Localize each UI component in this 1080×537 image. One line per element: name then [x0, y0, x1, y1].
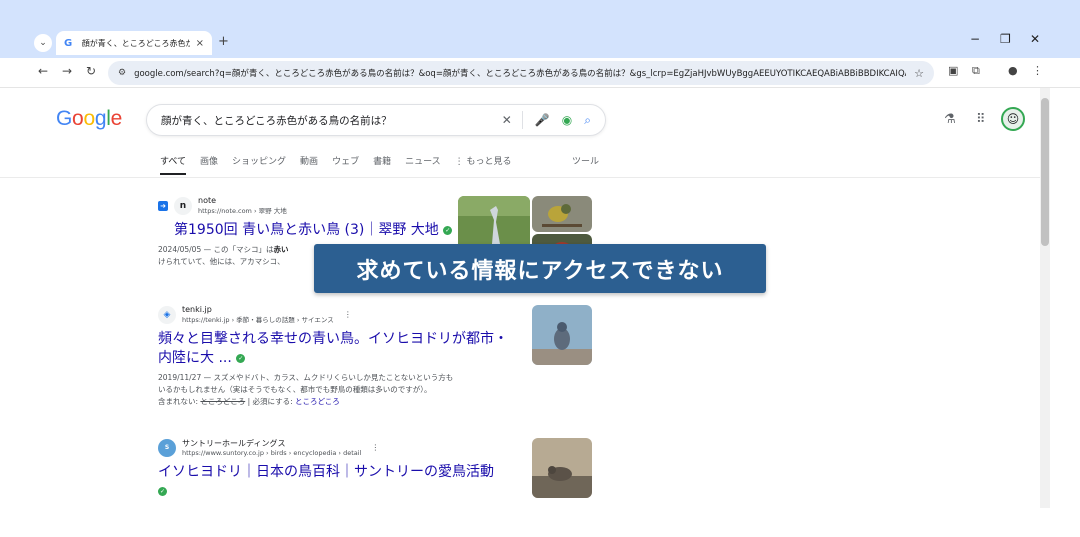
- profile-icon[interactable]: ●: [1008, 64, 1018, 77]
- result-title[interactable]: 第1950回 青い鳥と赤い鳥 (3)｜翠野 大地: [174, 222, 439, 238]
- note-favicon-icon: n: [174, 196, 192, 215]
- back-button[interactable]: ←: [38, 64, 48, 78]
- verified-check-icon: ✓: [236, 353, 246, 363]
- filter-images[interactable]: 画像: [200, 154, 218, 175]
- lens-icon[interactable]: ◉: [562, 113, 572, 127]
- restore-button[interactable]: ❐: [1000, 32, 1011, 46]
- verified-check-icon: ✓: [443, 225, 453, 235]
- address-bar[interactable]: ⚙ google.com/search?q=顔が青く、ところどころ赤色がある鳥の…: [108, 61, 934, 85]
- result-snippet: 2019/11/27 — スズメやドバト、カラス、ムクドリくらいしか見たことない…: [158, 372, 518, 408]
- result-title[interactable]: イソヒヨドリ｜日本の鳥百科｜サントリーの愛鳥活動: [158, 464, 494, 480]
- logo-letter: o: [72, 107, 84, 130]
- filter-more[interactable]: ⋮ もっと見る: [455, 154, 512, 175]
- tab-close-icon[interactable]: ×: [196, 38, 204, 49]
- search-input[interactable]: 顔が青く、ところどころ赤色がある鳥の名前は？: [161, 113, 490, 128]
- logo-letter: e: [110, 107, 123, 130]
- snippet-text: 2024/05/05 — この「マシコ」は: [158, 245, 274, 254]
- extensions-icon[interactable]: ⧉: [972, 64, 980, 78]
- scrollbar-thumb[interactable]: [1041, 98, 1049, 246]
- filters-divider: [0, 177, 1040, 178]
- must-include-link[interactable]: ところどころ: [295, 397, 340, 406]
- search-result: ◈ tenki.jp https://tenki.jp › 季節・暮らしの話題 …: [158, 305, 518, 408]
- site-url: https://tenki.jp › 季節・暮らしの話題 › サイエンス: [182, 316, 334, 324]
- search-icon[interactable]: ⌕: [584, 113, 591, 128]
- reload-button[interactable]: ↻: [86, 64, 96, 78]
- search-box[interactable]: 顔が青く、ところどころ赤色がある鳥の名前は？ ✕ 🎤 ◉ ⌕: [146, 104, 606, 136]
- must-include-label: | 必須にする:: [245, 397, 295, 406]
- result-image-isohiyodori[interactable]: [532, 438, 592, 498]
- result-title-link[interactable]: イソヒヨドリ｜日本の鳥百科｜サントリーの愛鳥活動 ✓: [158, 463, 518, 501]
- google-logo[interactable]: Google: [56, 107, 122, 131]
- site-name: サントリーホールディングス: [182, 439, 286, 448]
- close-window-button[interactable]: ✕: [1030, 32, 1040, 46]
- logo-letter: g: [94, 107, 107, 130]
- result-title-link[interactable]: 頻々と目撃される幸せの青い鳥。イソヒヨドリが都市・内陸に大 ... ✓: [158, 330, 518, 368]
- tab-search-chevron-icon[interactable]: ⌄: [34, 34, 52, 52]
- filter-all[interactable]: すべて: [160, 154, 187, 175]
- filter-books[interactable]: 書籍: [373, 154, 391, 175]
- result-title[interactable]: 頻々と目撃される幸せの青い鳥。イソヒヨドリが都市・内陸に大 ...: [158, 331, 508, 366]
- tenki-favicon-icon: ◈: [158, 305, 176, 324]
- search-filters: すべて 画像 ショッピング 動画 ウェブ 書籍 ニュース ⋮ もっと見る: [160, 154, 512, 175]
- snippet-bold: 赤い: [273, 245, 289, 254]
- tab-title: 顔が青く、ところどころ赤色がある鳥: [81, 38, 190, 48]
- search-result: S サントリーホールディングス https://www.suntory.co.j…: [158, 438, 518, 501]
- clear-icon[interactable]: ✕: [502, 113, 512, 127]
- url-text[interactable]: google.com/search?q=顔が青く、ところどころ赤色がある鳥の名前…: [134, 67, 906, 79]
- missing-term: ところどころ: [200, 397, 246, 406]
- overlay-message-banner: 求めている情報にアクセスできない: [314, 244, 766, 293]
- open-arrow-icon: ➜: [158, 200, 168, 211]
- filter-news[interactable]: ニュース: [405, 154, 441, 175]
- bookmark-star-icon[interactable]: ☆: [914, 67, 924, 80]
- site-url: https://note.com › 翠野 大地: [198, 207, 287, 215]
- filter-web[interactable]: ウェブ: [332, 154, 359, 175]
- verified-check-icon: ✓: [158, 486, 167, 496]
- result-image-bird-small[interactable]: [532, 196, 592, 232]
- snippet-text: 2019/11/27 — スズメやドバト、カラス、ムクドリくらいしか見たことない…: [158, 373, 454, 382]
- result-menu-icon[interactable]: ⋮: [344, 310, 352, 319]
- kebab-menu-icon[interactable]: ⋮: [1032, 64, 1043, 77]
- avatar[interactable]: ☺: [1001, 107, 1025, 131]
- snippet-text: けられていて、他には、アカマシコ、: [158, 257, 285, 266]
- result-site-row[interactable]: ◈ tenki.jp https://tenki.jp › 季節・暮らしの話題 …: [158, 305, 518, 324]
- result-image-blue-rock-thrush[interactable]: [532, 305, 592, 365]
- mic-icon[interactable]: 🎤: [535, 113, 550, 127]
- logo-letter: o: [83, 107, 95, 130]
- suntory-favicon-icon: S: [158, 438, 176, 457]
- minimize-button[interactable]: −: [970, 32, 980, 46]
- google-favicon-icon: G: [64, 37, 73, 49]
- search-divider: [521, 111, 523, 129]
- filter-videos[interactable]: 動画: [300, 154, 318, 175]
- snippet-text: いるかもしれません（実はそうでもなく、都市でも野鳥の種類は多いのですが）。: [158, 385, 432, 394]
- site-name: tenki.jp: [182, 305, 212, 314]
- forward-button[interactable]: →: [62, 64, 72, 78]
- missing-label: 含まれない:: [158, 397, 201, 406]
- new-tab-button[interactable]: +: [218, 34, 229, 49]
- site-name: note: [198, 196, 217, 205]
- logo-letter: G: [56, 107, 73, 130]
- site-settings-icon[interactable]: ⚙: [118, 68, 126, 78]
- tools-button[interactable]: ツール: [572, 154, 599, 167]
- site-url: https://www.suntory.co.jp › birds › ency…: [182, 449, 362, 457]
- filter-shopping[interactable]: ショッピング: [232, 154, 286, 175]
- result-site-row[interactable]: S サントリーホールディングス https://www.suntory.co.j…: [158, 438, 518, 457]
- browser-tab[interactable]: G 顔が青く、ところどころ赤色がある鳥 ×: [56, 31, 212, 55]
- apps-grid-icon[interactable]: ⠿: [976, 112, 986, 127]
- labs-flask-icon[interactable]: ⚗: [944, 112, 956, 127]
- result-menu-icon[interactable]: ⋮: [371, 443, 379, 452]
- media-icon[interactable]: ▣: [948, 64, 958, 77]
